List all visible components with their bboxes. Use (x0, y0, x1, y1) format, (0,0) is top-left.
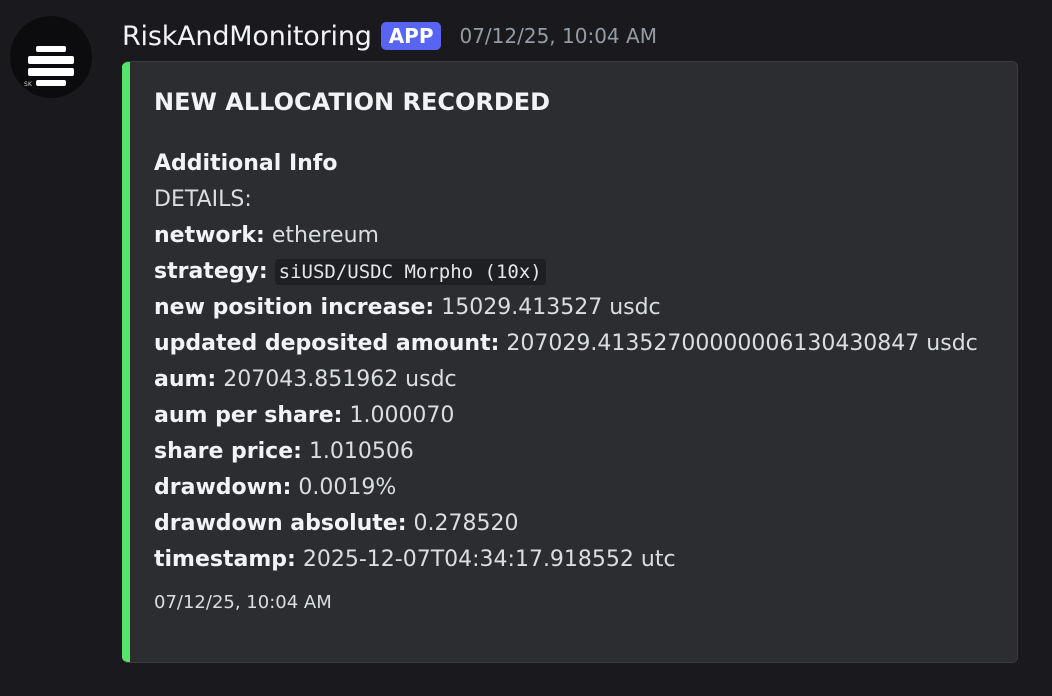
detail-key: new position increase: (154, 295, 435, 320)
detail-updated-deposited-amount: updated deposited amount: 207029.4135270… (154, 326, 997, 362)
detail-drawdown-absolute: drawdown absolute: 0.278520 (154, 506, 997, 542)
detail-share-price: share price: 1.010506 (154, 434, 997, 470)
detail-key: aum: (154, 367, 217, 392)
detail-key: updated deposited amount: (154, 331, 500, 356)
embed-card: NEW ALLOCATION RECORDED Additional Info … (122, 61, 1018, 663)
detail-value: 15029.413527 usdc (441, 295, 661, 320)
detail-value: ethereum (271, 223, 379, 248)
detail-new-position-increase: new position increase: 15029.413527 usdc (154, 290, 997, 326)
logo-stripe (28, 68, 74, 76)
avatar[interactable]: SK (10, 16, 92, 98)
message-header: RiskAndMonitoring APP 07/12/25, 10:04 AM (122, 16, 657, 56)
inline-code: siUSD/USDC Morpho (10x) (274, 259, 546, 285)
detail-aum-per-share: aum per share: 1.000070 (154, 398, 997, 434)
detail-value: 0.278520 (413, 511, 519, 536)
detail-network: network: ethereum (154, 218, 997, 254)
detail-key: timestamp: (154, 547, 296, 572)
detail-value: 207043.851962 usdc (223, 367, 457, 392)
message-view: SK RiskAndMonitoring APP 07/12/25, 10:04… (0, 0, 1052, 696)
detail-key: network: (154, 223, 265, 248)
embed-footer-timestamp: 07/12/25, 10:04 AM (154, 592, 332, 613)
detail-key: aum per share: (154, 403, 343, 428)
detail-value: 207029.41352700000006130430847 usdc (506, 331, 978, 356)
username[interactable]: RiskAndMonitoring (122, 21, 372, 52)
detail-drawdown: drawdown: 0.0019% (154, 470, 997, 506)
embed-body: NEW ALLOCATION RECORDED Additional Info … (154, 88, 997, 613)
embed-title: NEW ALLOCATION RECORDED (154, 88, 551, 116)
embed-accent-bar (122, 62, 130, 662)
field-name: Additional Info (154, 151, 338, 176)
detail-value: 0.0019% (298, 475, 397, 500)
detail-key: drawdown absolute: (154, 511, 407, 536)
app-badge: APP (380, 22, 442, 50)
detail-aum: aum: 207043.851962 usdc (154, 362, 997, 398)
detail-value: 1.000070 (349, 403, 455, 428)
logo-stripe (36, 46, 66, 52)
detail-value: 1.010506 (308, 439, 414, 464)
details-label: DETAILS: (154, 187, 252, 212)
detail-value: 2025-12-07T04:34:17.918552 utc (302, 547, 676, 572)
detail-key: share price: (154, 439, 302, 464)
message-timestamp[interactable]: 07/12/25, 10:04 AM (459, 24, 656, 48)
avatar-text: SK (24, 81, 33, 88)
detail-key: drawdown: (154, 475, 292, 500)
logo-stripe (36, 80, 66, 86)
detail-key: strategy: (154, 259, 268, 284)
detail-strategy: strategy: siUSD/USDC Morpho (10x) (154, 254, 997, 290)
logo-stripe (28, 56, 74, 64)
detail-timestamp: timestamp: 2025-12-07T04:34:17.918552 ut… (154, 542, 997, 578)
